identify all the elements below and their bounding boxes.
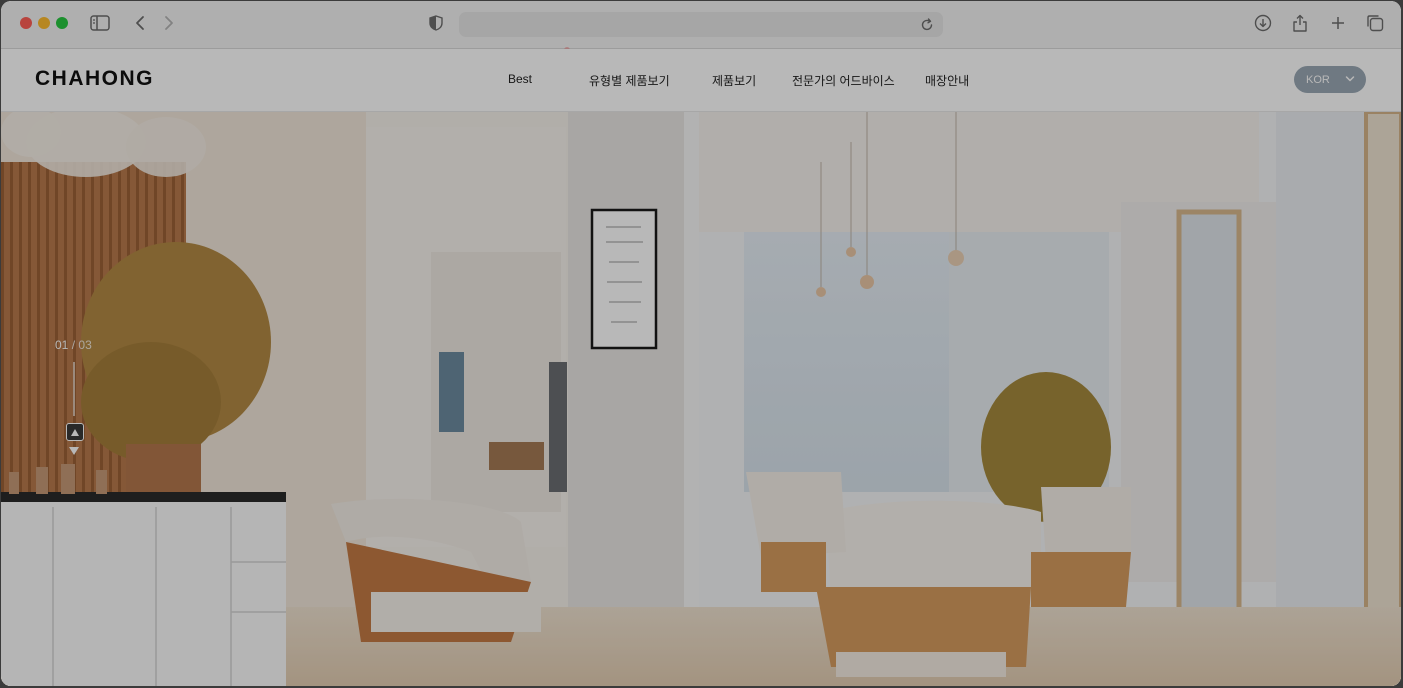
language-selector[interactable]: KOR: [1294, 66, 1366, 93]
shield-icon[interactable]: [424, 12, 448, 34]
nav-item-store-info[interactable]: 매장안내: [925, 72, 969, 89]
nav-item-expert-advice[interactable]: 전문가의 어드바이스: [792, 72, 895, 89]
hero-slider: 01 / 03: [1, 112, 1401, 686]
site-header: CHAHONG Best 유형별 제품보기 제품보기 전문가의 어드바이스 매장…: [1, 49, 1401, 112]
slide-separator: /: [71, 338, 76, 352]
new-tab-icon[interactable]: [1326, 12, 1350, 34]
back-icon[interactable]: [128, 12, 152, 34]
nav-item-best[interactable]: Best: [508, 72, 532, 86]
sidebar-icon[interactable]: [88, 12, 112, 34]
chevron-down-icon: [1345, 74, 1355, 86]
total-slide-number: 03: [78, 338, 92, 352]
browser-toolbar: [1, 1, 1401, 49]
slide-counter: 01 / 03: [55, 338, 92, 352]
triangle-down-icon: [69, 447, 79, 455]
next-slide-button[interactable]: [67, 445, 81, 457]
browser-window: CHAHONG Best 유형별 제품보기 제품보기 전문가의 어드바이스 매장…: [1, 1, 1401, 686]
share-icon[interactable]: [1288, 12, 1312, 34]
nav-item-products-by-type[interactable]: 유형별 제품보기: [589, 72, 670, 89]
current-slide-number: 01: [55, 338, 69, 352]
tabs-overview-icon[interactable]: [1363, 12, 1387, 34]
download-icon[interactable]: [1251, 12, 1275, 34]
nav-item-products[interactable]: 제품보기: [712, 72, 756, 89]
reload-icon[interactable]: [917, 15, 937, 35]
address-bar[interactable]: [459, 12, 943, 37]
triangle-up-icon: [71, 428, 79, 436]
site-logo[interactable]: CHAHONG: [35, 67, 154, 91]
language-label: KOR: [1306, 73, 1330, 86]
minimize-window-button[interactable]: [38, 17, 50, 29]
slide-progress-bar: [73, 362, 75, 416]
prev-slide-button[interactable]: [66, 423, 84, 441]
forward-icon[interactable]: [157, 12, 181, 34]
hero-salon-image: [1, 112, 1401, 686]
zoom-window-button[interactable]: [56, 17, 68, 29]
close-window-button[interactable]: [20, 17, 32, 29]
